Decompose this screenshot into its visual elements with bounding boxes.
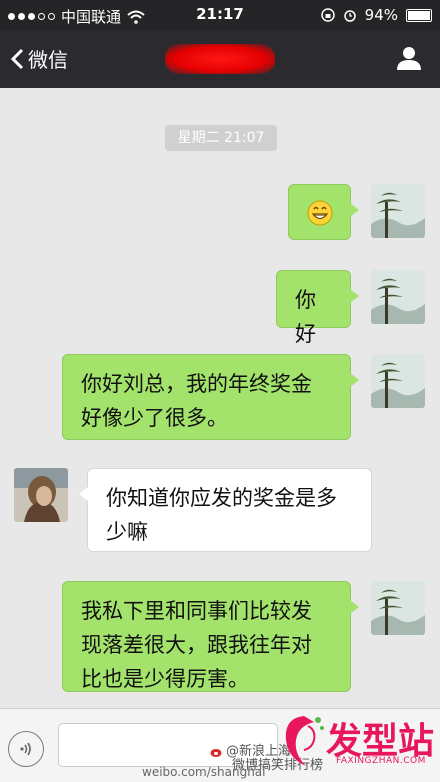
my-avatar[interactable] — [371, 184, 425, 238]
pine-landscape-avatar-icon — [371, 184, 425, 238]
message-list: 星期二 21:07 你好 你好刘总，我的年终奖金好像少了很多。 你知道你应发的奖… — [0, 88, 440, 708]
status-bar: 中国联通 21:17 94% — [0, 0, 440, 30]
message-text: 你知道你应发的奖金是多少嘛 — [106, 486, 337, 544]
message-bubble-question[interactable]: 你知道你应发的奖金是多少嘛 — [79, 468, 372, 552]
woman-profile-logo-icon — [285, 716, 324, 766]
voice-wave-icon — [20, 742, 31, 756]
back-button[interactable]: 微信 — [10, 44, 68, 73]
status-right: 94% — [320, 6, 432, 24]
message-text: 你好刘总，我的年终奖金好像少了很多。 — [81, 372, 312, 430]
pine-landscape-avatar-icon — [371, 354, 425, 408]
message-bubble-bonus[interactable]: 你好刘总，我的年终奖金好像少了很多。 — [62, 354, 359, 440]
grinning-face-emoji-icon — [307, 200, 333, 226]
contact-avatar[interactable] — [14, 468, 68, 522]
rotation-lock-icon — [320, 8, 335, 22]
alarm-icon — [343, 10, 356, 22]
message-timestamp: 星期二 21:07 — [165, 125, 277, 151]
my-avatar[interactable] — [371, 581, 425, 635]
battery-percent: 94% — [364, 6, 398, 24]
pine-landscape-avatar-icon — [371, 270, 425, 324]
footer-url: weibo.com/shanghai — [142, 765, 266, 779]
back-label: 微信 — [28, 48, 68, 72]
nav-bar: 微信 — [0, 30, 440, 88]
message-bubble-comparison[interactable]: 我私下里和同事们比较发现落差很大，跟我往年对比也是少得厉害。 — [62, 581, 359, 692]
site-domain: FAXINGZHAN.COM — [336, 756, 426, 766]
person-photo-avatar-icon — [14, 468, 68, 522]
contact-info-button[interactable] — [396, 45, 422, 75]
message-bubble-emoji[interactable] — [288, 184, 359, 240]
message-text: 你好 — [295, 288, 316, 346]
pine-landscape-avatar-icon — [371, 581, 425, 635]
battery-icon — [406, 8, 432, 22]
weibo-logo-icon — [210, 749, 222, 757]
message-bubble-hello[interactable]: 你好 — [276, 270, 359, 346]
message-text: 我私下里和同事们比较发现落差很大，跟我往年对比也是少得厉害。 — [81, 599, 312, 691]
my-avatar[interactable] — [371, 270, 425, 324]
voice-input-button[interactable] — [8, 731, 44, 767]
my-avatar[interactable] — [371, 354, 425, 408]
person-icon — [397, 47, 421, 70]
site-logo: 发型站 FAXINGZHAN.COM — [274, 708, 434, 776]
chat-title-redacted — [165, 44, 275, 74]
chevron-left-icon — [10, 48, 24, 69]
